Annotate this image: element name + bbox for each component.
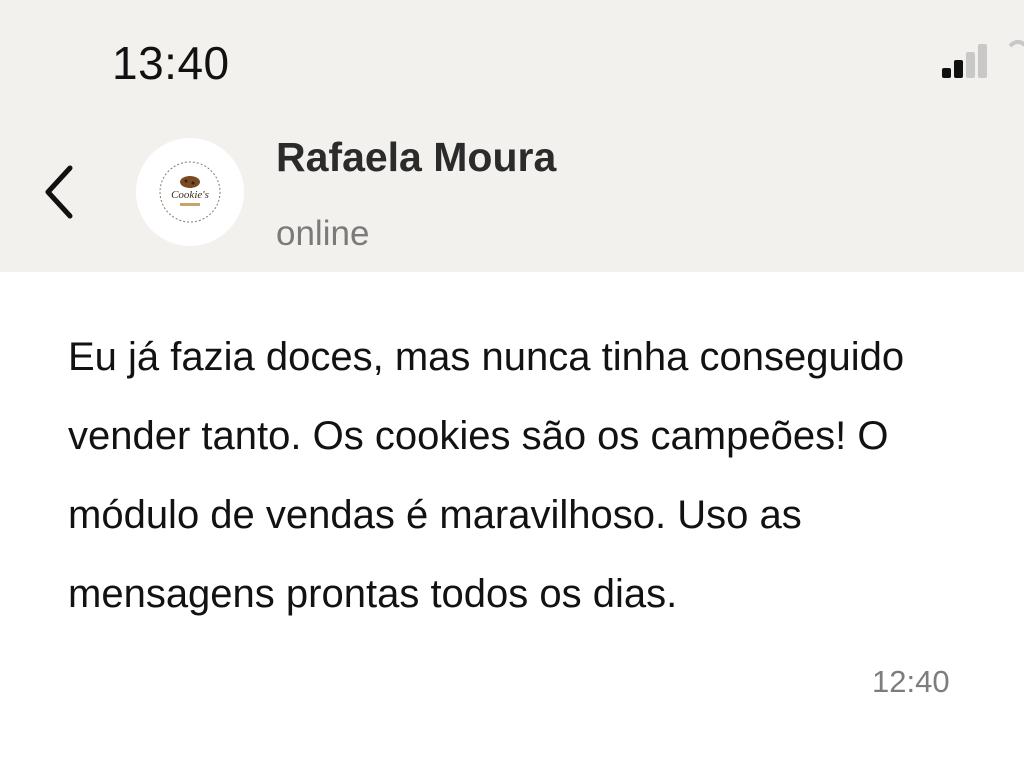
message-timestamp: 12:40 (872, 664, 950, 699)
contact-avatar[interactable]: Cookie's (136, 138, 244, 246)
wifi-icon (1008, 38, 1024, 74)
signal-bars-icon (942, 38, 1002, 78)
message-text: Eu já fazia doces, mas nunca tinha conse… (68, 335, 905, 616)
back-button[interactable] (38, 160, 84, 224)
contact-status: online (276, 214, 370, 253)
chat-header: 13:40 Cookie's Rafaela Moura online (0, 0, 1024, 272)
chevron-left-icon (45, 165, 73, 219)
contact-name[interactable]: Rafaela Moura (276, 134, 556, 181)
svg-text:Cookie's: Cookie's (171, 189, 209, 201)
status-bar-time: 13:40 (112, 37, 230, 89)
cookies-logo-icon: Cookie's (159, 161, 221, 223)
